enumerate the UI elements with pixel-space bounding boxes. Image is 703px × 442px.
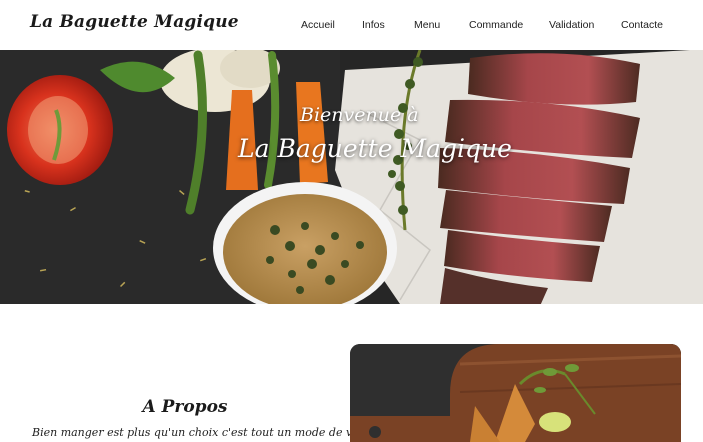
about-food-image <box>350 344 681 442</box>
hero-food-image <box>0 50 703 304</box>
top-navigation-bar: La Baguette Magique Accueil Infos Menu C… <box>0 0 703 50</box>
about-title: A Propos <box>142 397 228 417</box>
nav-link-contacte[interactable]: Contacte <box>621 19 663 31</box>
nav-link-commande[interactable]: Commande <box>469 19 523 31</box>
hero-banner: Bienvenue à La Baguette Magique <box>0 50 703 304</box>
main-nav: Accueil Infos Menu Commande Validation C… <box>0 19 703 33</box>
hero-welcome-text: Bienvenue à <box>300 104 419 126</box>
hero-title: La Baguette Magique <box>238 134 512 163</box>
nav-link-accueil[interactable]: Accueil <box>301 19 335 31</box>
about-text: Bien manger est plus qu'un choix c'est t… <box>32 426 380 439</box>
nav-link-menu[interactable]: Menu <box>414 19 440 31</box>
nav-link-validation[interactable]: Validation <box>549 19 594 31</box>
nav-link-infos[interactable]: Infos <box>362 19 385 31</box>
